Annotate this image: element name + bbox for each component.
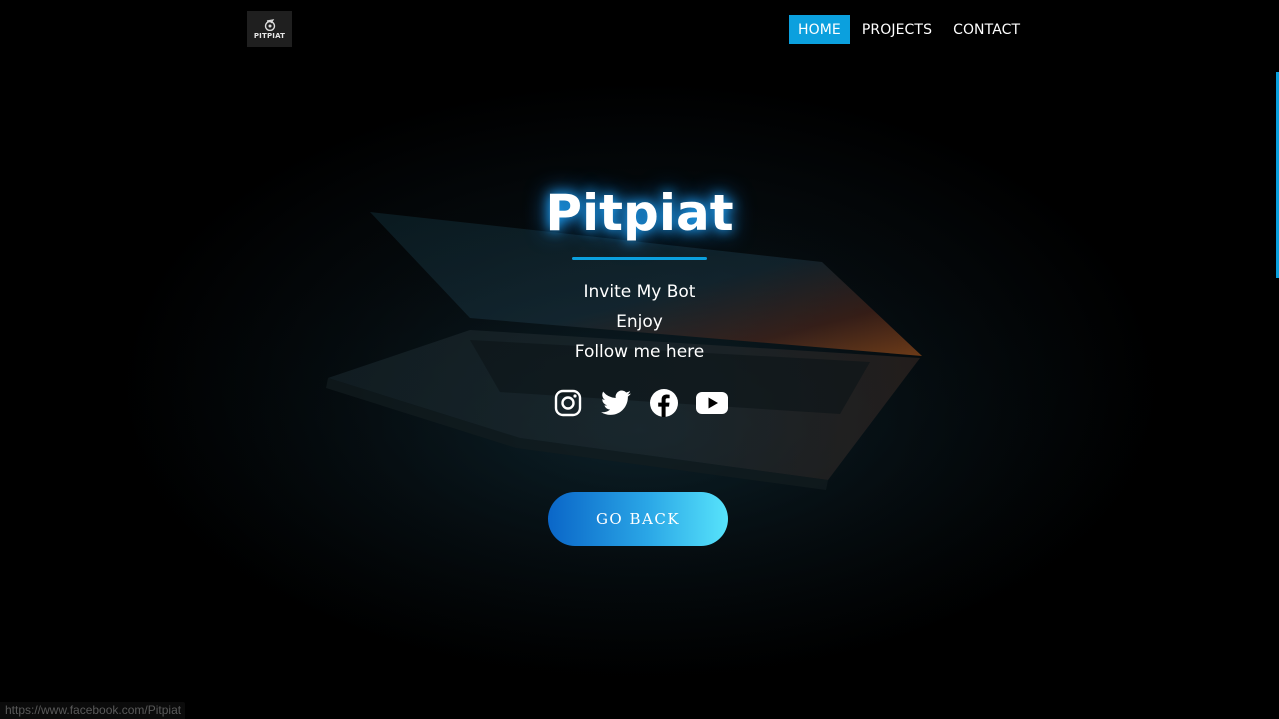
twitter-link[interactable] (600, 387, 632, 419)
nav-home-link[interactable]: HOME (789, 15, 850, 44)
facebook-link[interactable] (648, 387, 680, 419)
nav-projects-link[interactable]: PROJECTS (853, 15, 941, 44)
social-links (552, 387, 728, 419)
youtube-icon (695, 392, 728, 414)
facebook-icon (649, 389, 678, 417)
follow-text: Follow me here (574, 342, 705, 362)
hero-taglines: Invite My Bot Enjoy Follow me here (575, 277, 704, 367)
logo-emblem-icon (264, 18, 275, 31)
instagram-link[interactable] (552, 387, 584, 419)
twitter-icon (600, 390, 631, 415)
site-logo[interactable]: PITPIAT (247, 11, 292, 47)
invite-bot-link[interactable]: Invite My Bot (575, 277, 704, 307)
title-underline (572, 257, 707, 260)
main-nav: HOME PROJECTS CONTACT (789, 15, 1032, 44)
status-bar-url: https://www.facebook.com/Pitpiat (0, 702, 186, 719)
logo-text: PITPIAT (253, 31, 286, 40)
instagram-icon (554, 389, 581, 417)
nav-contact-link[interactable]: CONTACT (944, 15, 1029, 44)
enjoy-text: Enjoy (616, 312, 663, 332)
go-back-button[interactable]: GO BACK (548, 492, 728, 546)
youtube-link[interactable] (695, 387, 728, 419)
hero-section: Pitpiat Invite My Bot Enjoy Follow me he… (0, 180, 1279, 419)
hero-title: Pitpiat (545, 184, 734, 242)
page: PITPIAT HOME PROJECTS CONTACT Pitpiat In… (0, 0, 1279, 719)
